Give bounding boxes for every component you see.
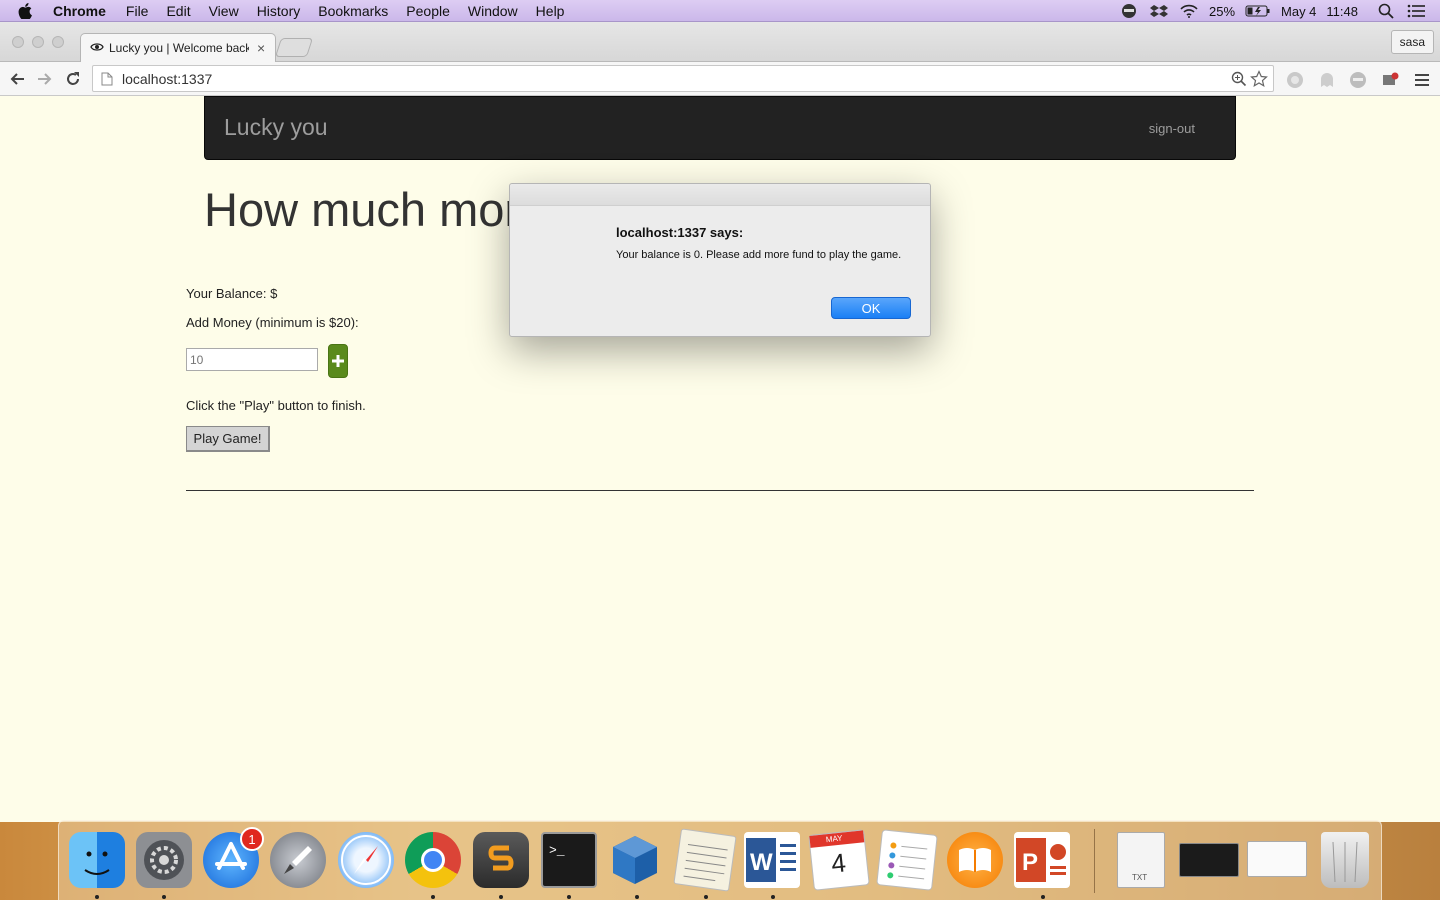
- menubar-time[interactable]: 11:48: [1326, 4, 1358, 19]
- chrome-icon[interactable]: [405, 832, 461, 888]
- alert-dialog: localhost:1337 says: Your balance is 0. …: [509, 183, 931, 337]
- terminal-running-indicator: [567, 895, 571, 899]
- textedit-icon[interactable]: [673, 828, 737, 892]
- tab-title: Lucky you | Welcome back: [109, 41, 249, 55]
- extension-tools-icon[interactable]: [1380, 70, 1400, 90]
- extension-globe-icon[interactable]: [1285, 70, 1305, 90]
- plus-icon: [332, 355, 344, 367]
- terminal-icon[interactable]: >_: [541, 832, 597, 888]
- menu-bookmarks[interactable]: Bookmarks: [318, 3, 388, 19]
- menu-window[interactable]: Window: [468, 3, 518, 19]
- url-text: localhost:1337: [122, 70, 213, 87]
- dropbox-icon[interactable]: [1149, 3, 1169, 19]
- virtualbox-running-indicator: [635, 895, 639, 899]
- finder-running-indicator: [95, 895, 99, 899]
- menubar-date[interactable]: May 4: [1281, 4, 1316, 19]
- tab-strip: Lucky you | Welcome back × sasa: [0, 22, 1440, 62]
- screenshot-thumbnail-icon[interactable]: [1179, 843, 1239, 877]
- reload-icon[interactable]: [62, 68, 84, 90]
- window-zoom-button[interactable]: [52, 36, 64, 48]
- powerpoint-running-indicator: [1041, 895, 1045, 899]
- textedit-running-indicator: [704, 895, 708, 899]
- word-running-indicator: [771, 895, 775, 899]
- sublime-text-icon[interactable]: [473, 832, 529, 888]
- menu-view[interactable]: View: [209, 3, 239, 19]
- extension-ghost-icon[interactable]: [1317, 70, 1337, 90]
- document-thumbnail-icon[interactable]: [1247, 841, 1307, 877]
- bookmark-star-icon[interactable]: [1250, 70, 1268, 93]
- svg-text:P: P: [1022, 849, 1038, 876]
- window-close-button[interactable]: [12, 36, 24, 48]
- menu-history[interactable]: History: [257, 3, 301, 19]
- dialog-ok-button[interactable]: OK: [831, 297, 911, 319]
- macos-menu-bar: Chrome File Edit View History Bookmarks …: [0, 0, 1440, 22]
- apple-icon[interactable]: [18, 2, 36, 20]
- ibooks-icon[interactable]: [947, 832, 1003, 888]
- new-tab-button[interactable]: [274, 38, 314, 57]
- microsoft-powerpoint-icon[interactable]: P: [1014, 832, 1070, 888]
- chrome-running-indicator: [431, 895, 435, 899]
- sublime-running-indicator: [499, 895, 503, 899]
- finder-icon[interactable]: [69, 832, 125, 888]
- menu-people[interactable]: People: [406, 3, 450, 19]
- virtualbox-icon[interactable]: [607, 832, 663, 888]
- svg-text:>_: >_: [549, 843, 565, 858]
- battery-percent: 25%: [1208, 3, 1236, 19]
- menu-help[interactable]: Help: [536, 3, 565, 19]
- dock-separator: [1094, 829, 1095, 893]
- spotlight-search-icon[interactable]: [1376, 3, 1396, 19]
- system-preferences-running-indicator: [162, 895, 166, 899]
- page-heading: How much mor: [204, 183, 521, 236]
- calendar-icon[interactable]: MAY 4: [808, 829, 870, 891]
- dialog-title: localhost:1337 says:: [616, 225, 744, 240]
- dock: 1 >_ W MAY 4 P TXT: [58, 820, 1382, 900]
- wifi-icon[interactable]: [1179, 3, 1199, 19]
- txt-file-icon[interactable]: TXT: [1117, 832, 1165, 888]
- divider: [186, 490, 1254, 491]
- chrome-menu-icon[interactable]: [1412, 70, 1432, 90]
- battery-icon[interactable]: [1245, 3, 1271, 19]
- calendar-month: MAY: [825, 833, 843, 845]
- profile-button[interactable]: sasa: [1390, 30, 1434, 54]
- zoom-icon[interactable]: [1231, 71, 1247, 92]
- eye-favicon-icon: [90, 41, 104, 55]
- site-brand[interactable]: Lucky you: [224, 114, 328, 141]
- play-game-button[interactable]: Play Game!: [186, 426, 270, 452]
- forward-arrow-icon[interactable]: [34, 68, 56, 90]
- back-arrow-icon[interactable]: [6, 68, 28, 90]
- menu-app-chrome[interactable]: Chrome: [53, 3, 106, 19]
- add-money-button[interactable]: [328, 344, 348, 378]
- svg-text:W: W: [750, 849, 773, 876]
- tab-close-icon[interactable]: ×: [257, 40, 265, 56]
- dialog-message: Your balance is 0. Please add more fund …: [616, 249, 902, 261]
- window-minimize-button[interactable]: [32, 36, 44, 48]
- play-instruction: Click the "Play" button to finish.: [186, 398, 366, 413]
- site-navbar: Lucky you sign-out: [204, 96, 1236, 160]
- menu-edit[interactable]: Edit: [166, 3, 190, 19]
- address-bar[interactable]: localhost:1337: [92, 65, 1274, 92]
- extension-mask-icon[interactable]: [1348, 70, 1368, 90]
- add-money-label: Add Money (minimum is $20):: [186, 315, 359, 330]
- launchpad-icon[interactable]: [270, 832, 326, 888]
- notification-center-icon[interactable]: [1406, 3, 1426, 19]
- menu-file[interactable]: File: [126, 3, 149, 19]
- chrome-window: Lucky you | Welcome back × sasa localhos…: [0, 22, 1440, 822]
- dialog-titlebar: [510, 184, 930, 206]
- add-money-input[interactable]: [186, 348, 318, 371]
- txt-file-label: TXT: [1132, 873, 1148, 882]
- trash-icon[interactable]: [1321, 832, 1369, 888]
- system-preferences-icon[interactable]: [136, 832, 192, 888]
- browser-toolbar: localhost:1337: [0, 62, 1440, 96]
- status-area: 25% May 4 11:48: [1119, 0, 1440, 22]
- app-store-badge: 1: [240, 827, 264, 851]
- reminders-icon[interactable]: [876, 829, 938, 891]
- ninja-extension-icon[interactable]: [1119, 3, 1139, 19]
- balance-label: Your Balance: $: [186, 286, 278, 301]
- microsoft-word-icon[interactable]: W: [744, 832, 800, 888]
- active-tab[interactable]: Lucky you | Welcome back ×: [80, 33, 276, 62]
- sign-out-link[interactable]: sign-out: [1149, 121, 1195, 136]
- calendar-day: 4: [829, 847, 848, 879]
- page-icon: [101, 72, 113, 86]
- safari-icon[interactable]: [338, 832, 394, 888]
